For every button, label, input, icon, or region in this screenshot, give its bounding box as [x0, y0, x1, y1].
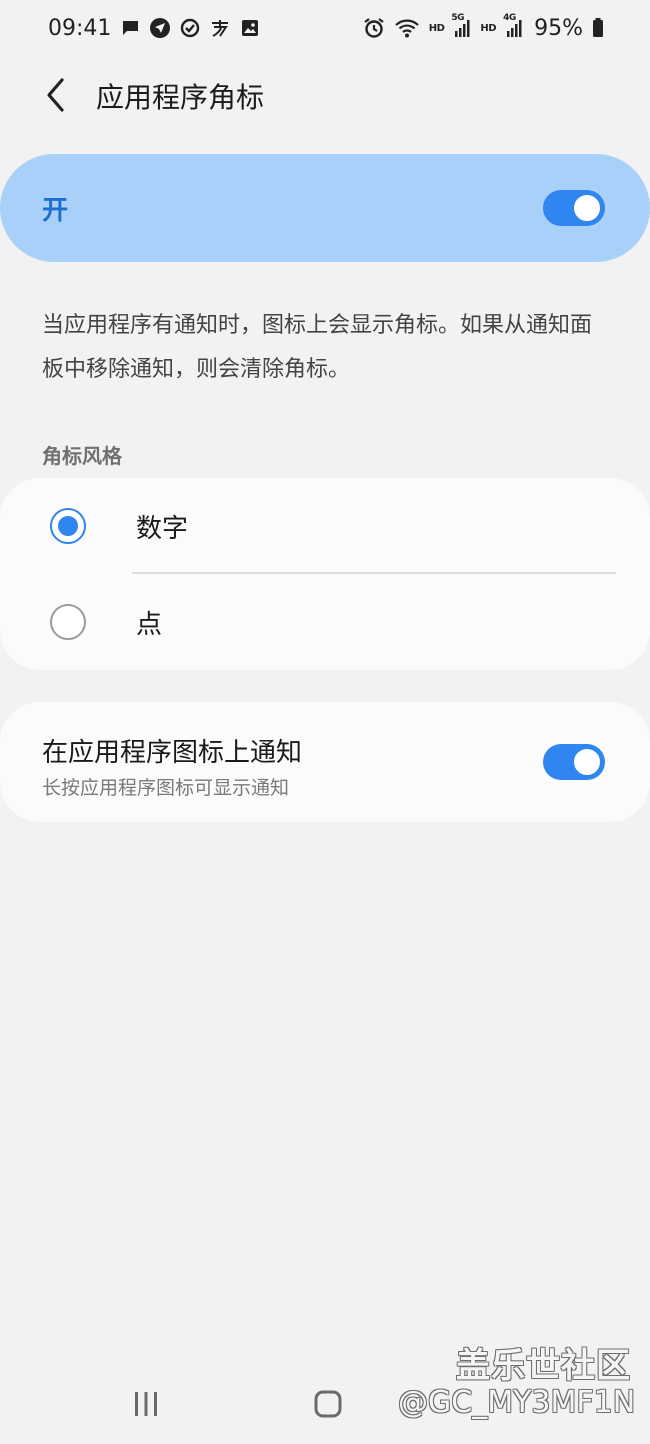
hd-label: HD	[428, 22, 445, 34]
toggle-knob	[571, 192, 603, 224]
hd-label: HD	[480, 22, 497, 34]
home-button[interactable]	[300, 1384, 356, 1424]
signal-4g-icon: 4G	[503, 13, 523, 39]
battery-icon	[592, 17, 604, 39]
master-toggle-switch[interactable]	[543, 190, 605, 226]
app-icon-notifications-setting[interactable]: 在应用程序图标上通知 长按应用程序图标可显示通知	[0, 702, 650, 822]
recents-button[interactable]	[118, 1384, 174, 1424]
badge-style-section-title: 角标风格	[42, 444, 122, 468]
page-title: 应用程序角标	[96, 81, 265, 114]
watermark-user: @GC_MY3MF1N	[398, 1385, 636, 1420]
back-button[interactable]	[36, 74, 76, 116]
watermark-brand: 盖乐世社区	[456, 1346, 631, 1386]
radio-button-selected[interactable]	[50, 508, 86, 544]
alarm-icon	[363, 17, 385, 39]
alipay-icon	[209, 17, 231, 39]
option-label: 数字	[136, 514, 189, 544]
toggle-knob	[571, 746, 603, 778]
status-bar: 09:41 HD 5G HD 4G 95%	[0, 0, 650, 56]
message-icon	[120, 17, 140, 39]
recents-icon	[135, 1392, 157, 1416]
chevron-left-icon	[47, 78, 64, 112]
net-label: 5G	[451, 13, 465, 23]
battery-percent: 95%	[534, 15, 583, 41]
description-text: 当应用程序有通知时，图标上会显示角标。如果从通知面板中移除通知，则会清除角标。	[42, 313, 593, 382]
radio-button[interactable]	[50, 604, 86, 640]
setting-title: 在应用程序图标上通知	[42, 738, 303, 768]
status-time: 09:41	[48, 15, 112, 41]
master-switch-label: 开	[42, 196, 69, 226]
badge-style-option-number[interactable]: 数字	[0, 478, 650, 574]
check-circle-icon	[180, 17, 200, 39]
wifi-icon	[394, 17, 420, 39]
image-icon	[240, 17, 260, 39]
status-left: 09:41	[48, 16, 260, 41]
app-header: 应用程序角标	[0, 66, 650, 124]
home-icon	[314, 1390, 342, 1418]
master-switch-bar[interactable]: 开	[0, 154, 650, 262]
location-icon	[149, 17, 171, 39]
signal-5g-icon: 5G	[451, 13, 471, 39]
setting-subtitle: 长按应用程序图标可显示通知	[42, 777, 290, 799]
badge-style-card: 数字 点	[0, 478, 650, 670]
net-label: 4G	[503, 13, 516, 23]
status-right: HD 5G HD 4G 95%	[363, 13, 604, 41]
app-icon-notifications-toggle[interactable]	[543, 744, 605, 780]
badge-style-option-dot[interactable]: 点	[0, 574, 650, 670]
option-label: 点	[136, 610, 163, 640]
